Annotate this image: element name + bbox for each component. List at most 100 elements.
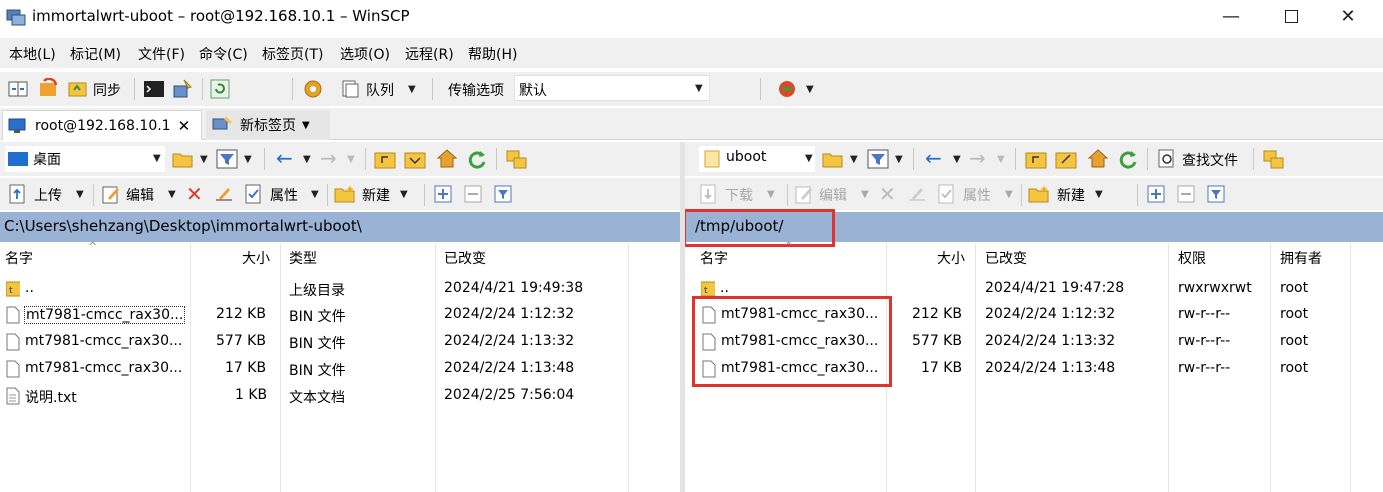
unselect-all-icon[interactable] [464,185,482,203]
tab-new[interactable]: 新标签页 ▼ [206,110,330,140]
select-all-icon[interactable] [434,185,452,203]
delete-icon[interactable]: ✕ [186,182,203,206]
col-changed[interactable]: 已改变 [444,248,486,268]
bookmark-folder-icon[interactable] [506,148,528,170]
home-icon[interactable] [436,148,458,170]
transfer-profile-icon[interactable] [776,78,798,100]
filter-select-icon[interactable] [1207,185,1225,203]
col-size[interactable]: 大小 [242,248,270,268]
rename-icon[interactable] [907,184,927,204]
panel-splitter[interactable] [680,142,685,492]
col-type[interactable]: 类型 [289,248,317,268]
queue-button[interactable]: 队列 [366,80,394,100]
minimize-button[interactable]: — [1205,0,1257,32]
open-folder-icon[interactable] [822,149,844,169]
root-folder-icon[interactable] [404,149,426,169]
find-files-button[interactable]: 查找文件 [1182,150,1238,170]
forward-arrow-icon[interactable]: → [969,146,986,170]
edit-dropdown-icon[interactable]: ▼ [168,189,176,200]
close-button[interactable]: ✕ [1322,0,1374,32]
back-arrow-icon[interactable]: ← [925,146,942,170]
properties-button[interactable]: 属性 [270,185,298,205]
filter-select-icon[interactable] [494,185,512,203]
menu-help[interactable]: 帮助(H) [468,44,517,64]
col-name[interactable]: 名字 [700,248,728,268]
root-folder-icon[interactable] [1055,149,1077,169]
edit-dropdown-icon[interactable]: ▼ [861,189,869,200]
console-icon[interactable] [143,79,165,99]
new-button[interactable]: 新建 [362,185,390,205]
close-tab-icon[interactable]: ✕ [178,117,191,135]
open-dropdown-icon[interactable]: ▼ [850,154,858,165]
back-dropdown-icon[interactable]: ▼ [953,154,961,165]
menu-tabs[interactable]: 标签页(T) [262,44,323,64]
properties-dropdown-icon[interactable]: ▼ [1005,189,1013,200]
back-dropdown-icon[interactable]: ▼ [303,154,311,165]
upload-button[interactable]: 上传 [34,185,62,205]
menu-command[interactable]: 命令(C) [199,44,248,64]
menu-options[interactable]: 选项(O) [340,44,390,64]
open-folder-icon[interactable] [172,149,194,169]
parent-folder-icon[interactable] [1025,149,1047,169]
profile-dropdown-icon[interactable]: ▼ [806,84,814,95]
queue-icon[interactable] [340,79,360,99]
col-size[interactable]: 大小 [937,248,965,268]
tab-session[interactable]: root@192.168.10.1 ✕ [2,110,202,140]
new-dropdown-icon[interactable]: ▼ [400,189,408,200]
home-icon[interactable] [1087,148,1109,170]
filter-dropdown-icon[interactable]: ▼ [895,154,903,165]
edit-icon [795,186,812,204]
right-location-select[interactable]: uboot ▼ [699,146,815,172]
refresh-icon[interactable] [466,148,488,170]
new-button[interactable]: 新建 [1057,185,1085,205]
col-name[interactable]: 名字 [5,248,33,268]
left-path-bar[interactable]: C:\Users\shehzang\Desktop\immortalwrt-ub… [0,212,680,242]
bookmark-folder-icon[interactable] [1263,148,1285,170]
sync-button[interactable]: 同步 [93,80,121,100]
putty-icon[interactable] [172,78,194,100]
menu-mark[interactable]: 标记(M) [70,44,121,64]
menu-local[interactable]: 本地(L) [9,44,56,64]
download-button[interactable]: 下载 [725,185,753,205]
file-icon [6,306,20,324]
parent-folder-icon[interactable] [374,149,396,169]
edit-button[interactable]: 编辑 [819,185,847,205]
maximize-button[interactable] [1265,0,1317,32]
new-dropdown-icon[interactable]: ▼ [1095,189,1103,200]
col-changed[interactable]: 已改变 [985,248,1027,268]
col-owner[interactable]: 拥有者 [1280,248,1322,268]
menu-remote[interactable]: 远程(R) [405,44,454,64]
refresh-sessions-icon[interactable] [210,79,230,99]
new-folder-icon [1028,185,1049,203]
download-dropdown-icon[interactable]: ▼ [767,189,775,200]
back-arrow-icon[interactable]: ← [276,146,293,170]
select-all-icon[interactable] [1147,185,1165,203]
filter-icon[interactable] [216,149,238,169]
menu-file[interactable]: 文件(F) [138,44,185,64]
find-files-icon[interactable] [1157,149,1177,169]
properties-dropdown-icon[interactable]: ▼ [311,189,319,200]
upload-dropdown-icon[interactable]: ▼ [76,189,84,200]
synchronize-browse-icon[interactable] [38,78,60,100]
compare-icon[interactable] [8,80,28,98]
col-rights[interactable]: 权限 [1178,248,1206,268]
edit-button[interactable]: 编辑 [126,185,154,205]
refresh-icon[interactable] [1117,148,1139,170]
left-location-select[interactable]: 桌面 ▼ [5,146,165,172]
filter-icon[interactable] [867,149,889,169]
forward-dropdown-icon[interactable]: ▼ [997,154,1005,165]
queue-dropdown-icon[interactable]: ▼ [408,84,416,95]
gear-icon[interactable] [302,78,324,100]
forward-arrow-icon[interactable]: → [320,146,337,170]
unselect-all-icon[interactable] [1177,185,1195,203]
open-dropdown-icon[interactable]: ▼ [200,154,208,165]
filter-dropdown-icon[interactable]: ▼ [244,154,252,165]
rename-icon[interactable] [214,184,234,204]
forward-dropdown-icon[interactable]: ▼ [347,154,355,165]
transfer-settings-select[interactable]: 默认 ▼ [514,75,710,101]
sync-icon[interactable] [67,78,89,100]
properties-button[interactable]: 属性 [963,185,991,205]
delete-icon[interactable]: ✕ [879,182,896,206]
download-icon [700,184,716,204]
maximize-icon [1284,9,1298,23]
